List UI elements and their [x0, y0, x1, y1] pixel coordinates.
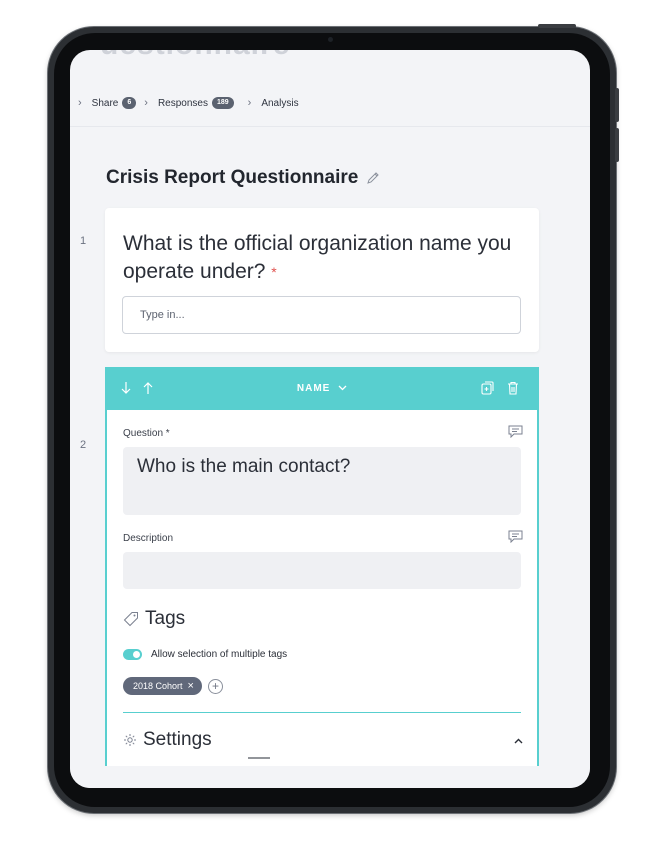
device-button: [615, 88, 619, 122]
gear-icon: [123, 733, 137, 747]
breadcrumb-analysis[interactable]: Analysis: [261, 98, 298, 109]
bottom-band: [70, 766, 590, 788]
tag-chip-label: 2018 Cohort: [133, 681, 183, 691]
question-text-field[interactable]: Who is the main contact?: [123, 447, 521, 515]
comment-icon[interactable]: [508, 425, 523, 438]
pencil-icon[interactable]: [366, 171, 380, 185]
chevron-right-icon: ›: [78, 97, 82, 109]
question-type-select[interactable]: NAME: [107, 383, 537, 394]
tag-icon: [123, 611, 139, 627]
close-icon[interactable]: ×: [188, 680, 194, 691]
allow-multiple-label: Allow selection of multiple tags: [151, 649, 288, 660]
question-card[interactable]: What is the official organization name y…: [105, 208, 539, 352]
settings-section-toggle[interactable]: Settings: [123, 729, 212, 751]
count-badge: 189: [211, 97, 234, 109]
question-text-value: Who is the main contact?: [137, 456, 351, 477]
chevron-up-icon[interactable]: [514, 738, 523, 744]
breadcrumb: › Share 6 › Responses 189 › Analysis: [70, 91, 590, 115]
question-number: 2: [80, 439, 87, 451]
question-number: 1: [80, 235, 87, 247]
breadcrumb-label: Share: [91, 97, 119, 109]
chevron-right-icon: ›: [247, 97, 252, 109]
header-divider: [70, 126, 590, 127]
tags-heading: Tags: [123, 608, 185, 630]
tag-chip: 2018 Cohort ×: [123, 677, 202, 695]
device-button: [615, 128, 619, 162]
answer-input[interactable]: [122, 296, 521, 334]
tags-heading-text: Tags: [145, 608, 186, 629]
question-editor-toolbar: NAME: [107, 369, 537, 410]
app-screen: uestionnaire › Share 6 › Responses 189 ›…: [70, 50, 590, 788]
allow-multiple-row: Allow selection of multiple tags: [123, 649, 287, 660]
question-editor-card: NAME Question * Who is the main contact?…: [105, 367, 539, 788]
add-tag-button[interactable]: +: [207, 678, 223, 694]
breadcrumb-responses[interactable]: Responses 189: [158, 97, 234, 109]
breadcrumb-share[interactable]: Share 6: [92, 97, 137, 109]
question-field-label: Question *: [123, 428, 170, 439]
chevron-right-icon: ›: [144, 97, 148, 109]
page-title-text: Crisis Report Questionnaire: [106, 167, 359, 188]
section-divider: [123, 712, 521, 713]
required-mark: *: [271, 264, 277, 280]
question-type-label: NAME: [296, 383, 331, 395]
home-indicator: [248, 757, 270, 759]
trash-icon[interactable]: [507, 381, 519, 395]
breadcrumb-label: Responses: [157, 97, 208, 109]
count-badge: 6: [122, 97, 137, 109]
settings-heading-text: Settings: [143, 729, 212, 750]
description-field[interactable]: [123, 552, 521, 589]
duplicate-icon[interactable]: [481, 381, 494, 395]
device-button: [538, 24, 576, 28]
description-field-label: Description: [123, 533, 174, 544]
breadcrumb-label: Analysis: [261, 97, 299, 109]
tag-list: 2018 Cohort × +: [123, 677, 223, 695]
camera-dot: [328, 37, 333, 42]
question-text: What is the official organization name y…: [123, 230, 523, 286]
ghost-title: uestionnaire: [100, 50, 290, 62]
chevron-down-icon: [338, 383, 347, 394]
allow-multiple-toggle[interactable]: [123, 649, 142, 660]
question-text-content: What is the official organization name y…: [123, 232, 512, 283]
page-title: Crisis Report Questionnaire: [106, 167, 380, 189]
comment-icon[interactable]: [508, 530, 523, 543]
